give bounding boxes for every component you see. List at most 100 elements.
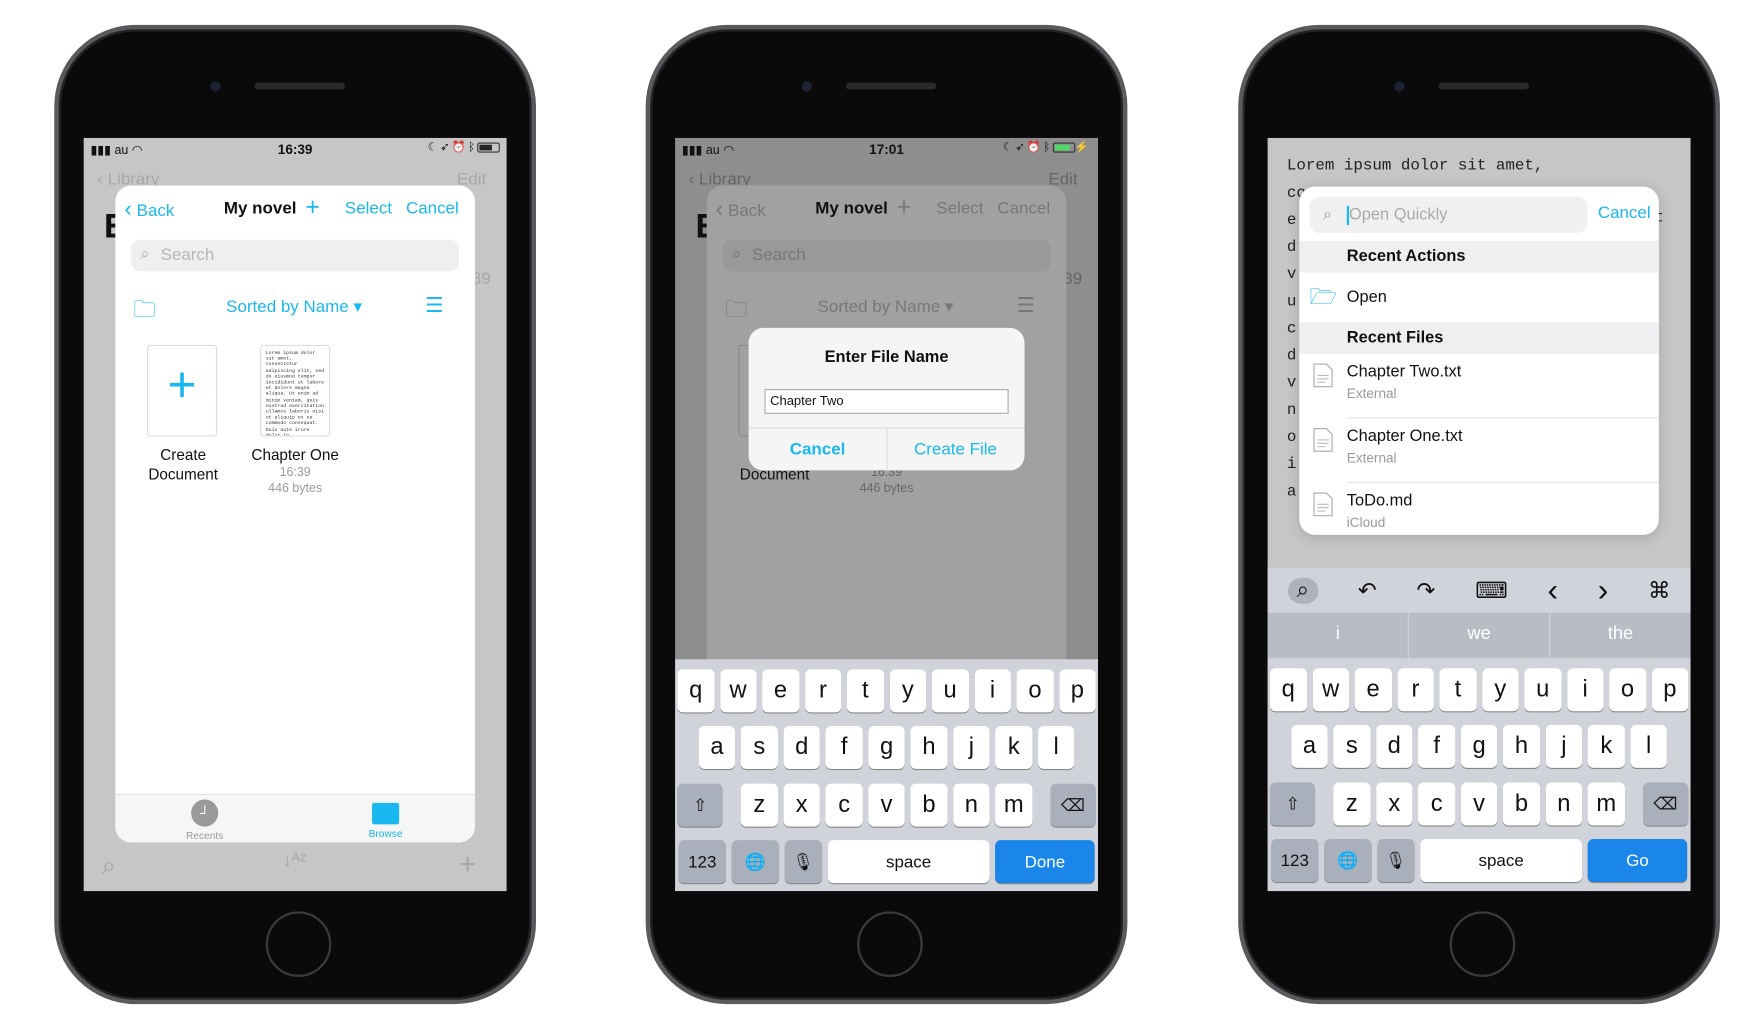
file-name-input[interactable]: Chapter Two <box>764 388 1009 414</box>
key-t[interactable]: t <box>846 669 884 713</box>
new-folder-icon[interactable]: 🗀 <box>725 293 748 331</box>
key-j[interactable]: j <box>952 725 990 769</box>
cancel-button[interactable]: Cancel <box>1598 204 1651 223</box>
search-icon[interactable]: ⌕ <box>1287 577 1319 604</box>
search-input[interactable]: ⌕ Search <box>722 239 1051 272</box>
redo-icon[interactable]: ↷ <box>1417 576 1436 604</box>
recent-file-item[interactable]: ToDo.md iCloud <box>1299 483 1659 535</box>
tab-browse[interactable]: Browse <box>346 799 425 839</box>
key-w[interactable]: w <box>1312 668 1350 712</box>
key-y[interactable]: y <box>889 669 927 713</box>
space-key[interactable]: space <box>827 840 990 884</box>
key-d[interactable]: d <box>783 725 821 769</box>
plus-icon[interactable]: + <box>459 847 476 882</box>
home-button[interactable] <box>265 911 332 978</box>
suggestion[interactable]: i <box>1268 613 1408 658</box>
key-b[interactable]: b <box>1503 782 1540 826</box>
sort-dropdown[interactable]: Sorted by Name ▾ <box>226 296 362 316</box>
shift-key[interactable]: ⇧ <box>1270 782 1316 826</box>
chevron-left-icon[interactable]: ‹ <box>1548 572 1559 608</box>
dialog-cancel-button[interactable]: Cancel <box>749 440 887 459</box>
key-z[interactable]: z <box>1333 782 1371 826</box>
key-f[interactable]: f <box>1418 724 1456 768</box>
recent-file-item[interactable]: Chapter One.txt External <box>1299 418 1659 483</box>
create-document-tile[interactable]: + <box>147 344 218 437</box>
key-c[interactable]: c <box>825 783 863 827</box>
key-h[interactable]: h <box>1503 724 1540 768</box>
key-c[interactable]: c <box>1418 782 1456 826</box>
key-t[interactable]: t <box>1439 668 1477 712</box>
sort-dropdown[interactable]: Sorted by Name ▾ <box>818 296 954 316</box>
return-key[interactable]: Done <box>995 840 1095 884</box>
tab-recents[interactable]: ┘ Recents <box>165 799 244 841</box>
list-view-icon[interactable]: ☰ <box>425 294 443 318</box>
chapter-one-thumbnail[interactable]: Lorem ipsum dolor sit amet, consectetur … <box>260 344 331 437</box>
key-n[interactable]: n <box>1545 782 1583 826</box>
key-m[interactable]: m <box>995 783 1033 827</box>
create-file-button[interactable]: Create File <box>887 440 1025 459</box>
key-a[interactable]: a <box>698 725 736 769</box>
key-o[interactable]: o <box>1016 669 1054 713</box>
key-g[interactable]: g <box>1460 724 1498 768</box>
key-f[interactable]: f <box>825 725 863 769</box>
key-s[interactable]: s <box>740 725 778 769</box>
microphone-icon[interactable]: 🎙 <box>1377 839 1415 883</box>
search-input[interactable]: ⌕ Search <box>131 239 460 272</box>
key-p[interactable]: p <box>1651 668 1689 712</box>
microphone-icon[interactable]: 🎙 <box>784 840 823 884</box>
shift-key[interactable]: ⇧ <box>677 783 723 827</box>
key-a[interactable]: a <box>1291 724 1328 768</box>
key-g[interactable]: g <box>868 725 905 769</box>
key-y[interactable]: y <box>1481 668 1519 712</box>
key-l[interactable]: l <box>1037 725 1075 769</box>
key-q[interactable]: q <box>677 669 715 713</box>
key-n[interactable]: n <box>952 783 990 827</box>
hide-keyboard-icon[interactable]: ⌨ <box>1475 576 1508 604</box>
key-b[interactable]: b <box>910 783 948 827</box>
key-u[interactable]: u <box>1524 668 1562 712</box>
key-s[interactable]: s <box>1333 724 1371 768</box>
plus-icon[interactable]: + <box>305 192 320 221</box>
back-button[interactable]: ‹ Back <box>716 197 766 223</box>
key-u[interactable]: u <box>931 669 969 713</box>
key-e[interactable]: e <box>1354 668 1392 712</box>
key-r[interactable]: r <box>1397 668 1434 712</box>
action-open[interactable]: 🗁 Open <box>1299 273 1659 323</box>
home-button[interactable] <box>1449 911 1516 978</box>
quick-open-input[interactable]: ⌕ Open Quickly <box>1309 196 1588 233</box>
key-h[interactable]: h <box>910 725 948 769</box>
list-view-icon[interactable]: ☰ <box>1017 294 1035 318</box>
back-button[interactable]: ‹ Back <box>124 197 174 223</box>
number-key[interactable]: 123 <box>678 840 726 884</box>
key-i[interactable]: i <box>974 669 1011 713</box>
return-key[interactable]: Go <box>1587 839 1688 883</box>
cancel-button[interactable]: Cancel <box>406 199 459 218</box>
number-key[interactable]: 123 <box>1271 839 1319 883</box>
undo-icon[interactable]: ↶ <box>1358 576 1377 604</box>
recent-file-item[interactable]: Chapter Two.txt External <box>1299 354 1659 419</box>
key-x[interactable]: x <box>1375 782 1413 826</box>
key-p[interactable]: p <box>1058 669 1096 713</box>
select-button[interactable]: Select <box>345 199 392 218</box>
key-v[interactable]: v <box>1460 782 1498 826</box>
suggestion[interactable]: the <box>1549 612 1690 659</box>
plus-icon[interactable]: + <box>897 192 912 221</box>
globe-icon[interactable]: 🌐 <box>731 840 780 884</box>
key-v[interactable]: v <box>868 783 905 827</box>
key-x[interactable]: x <box>783 783 821 827</box>
space-key[interactable]: space <box>1420 839 1582 883</box>
key-o[interactable]: o <box>1609 668 1646 712</box>
chevron-right-icon[interactable]: › <box>1598 572 1609 608</box>
key-e[interactable]: e <box>762 669 799 713</box>
key-j[interactable]: j <box>1545 724 1583 768</box>
key-m[interactable]: m <box>1587 782 1625 826</box>
delete-key[interactable]: ⌫ <box>1050 783 1096 827</box>
home-button[interactable] <box>857 911 923 978</box>
key-z[interactable]: z <box>740 783 778 827</box>
cancel-button[interactable]: Cancel <box>997 199 1050 218</box>
delete-key[interactable]: ⌫ <box>1642 782 1689 826</box>
search-icon[interactable]: ⌕ <box>102 851 116 880</box>
key-q[interactable]: q <box>1269 668 1307 712</box>
sort-az-icon[interactable]: ↓ᴬᶻ <box>283 851 307 871</box>
key-r[interactable]: r <box>804 669 842 713</box>
